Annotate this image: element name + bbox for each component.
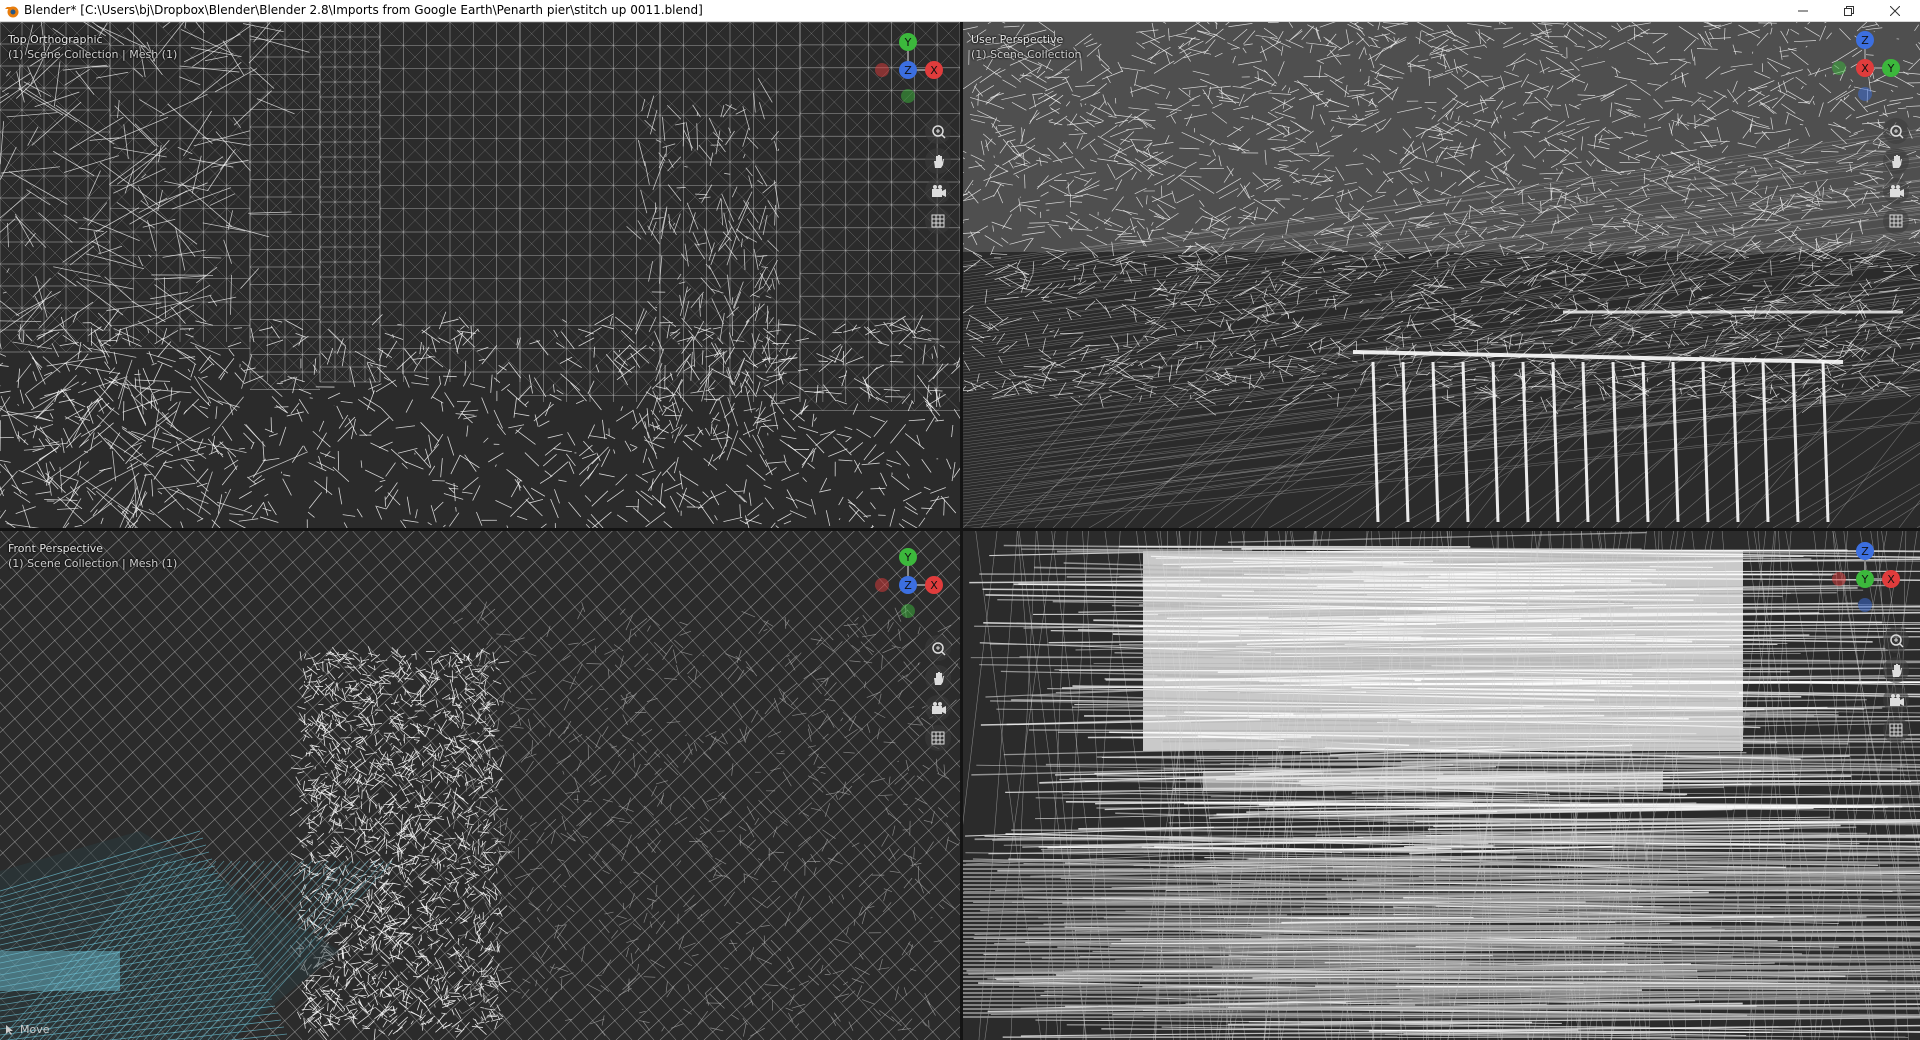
viewport-nav-tools [925, 118, 951, 238]
grid-icon [931, 731, 945, 745]
window-titlebar: Blender* [C:\Users\bj\Dropbox\Blender\Bl… [0, 0, 1920, 22]
hand-pan-icon [934, 672, 944, 685]
camera-tool-button[interactable] [925, 178, 951, 204]
minimize-button[interactable] [1780, 0, 1826, 22]
blender-logo-icon [5, 6, 19, 18]
hand-pan-icon [1892, 155, 1902, 168]
hand-pan-tool-button[interactable] [925, 665, 951, 691]
area-divider-vertical[interactable] [960, 22, 963, 1040]
viewport-camera-perspective[interactable]: ZXY [963, 531, 1920, 1040]
viewport-header: User Perspective (1) Scene Collection [971, 32, 1082, 62]
close-icon [1890, 6, 1900, 16]
wireframe-canvas[interactable] [963, 531, 1920, 1040]
window-title: Blender* [C:\Users\bj\Dropbox\Blender\Bl… [24, 3, 703, 17]
navigation-gizmo[interactable]: ZYX [1825, 28, 1905, 108]
wireframe-canvas[interactable] [0, 22, 960, 528]
viewport-front-perspective[interactable]: Front Perspective (1) Scene Collection |… [0, 531, 960, 1040]
camera-icon [932, 702, 946, 714]
grid-icon [931, 214, 945, 228]
view-name: User Perspective [971, 33, 1064, 46]
navigation-gizmo[interactable]: Y X Z [868, 30, 948, 110]
status-operation: Move [20, 1023, 50, 1036]
viewport-top-orthographic[interactable]: Top Orthographic (1) Scene Collection | … [0, 22, 960, 528]
zoom-tool-button[interactable] [1883, 627, 1909, 653]
view-name: Front Perspective [8, 542, 104, 555]
svg-text:Y: Y [904, 36, 912, 49]
grid-icon [1889, 723, 1903, 737]
viewport-header: Top Orthographic (1) Scene Collection | … [8, 32, 177, 62]
navigation-gizmo[interactable]: ZXY [1825, 539, 1905, 619]
zoom-tool-button[interactable] [925, 635, 951, 661]
svg-text:X: X [930, 64, 938, 77]
collection-label: (1) Scene Collection | Mesh (1) [8, 557, 178, 570]
zoom-icon [932, 642, 946, 656]
collection-label: (1) Scene Collection | Mesh (1) [8, 48, 178, 61]
zoom-icon [932, 125, 946, 139]
grid-tool-button[interactable] [925, 208, 951, 234]
grid-icon [1889, 214, 1903, 228]
zoom-icon [1890, 125, 1904, 139]
area-divider-horizontal[interactable] [0, 528, 1920, 531]
view-name: Top Orthographic [8, 33, 103, 46]
camera-icon [1890, 185, 1904, 197]
zoom-tool-button[interactable] [925, 118, 951, 144]
hand-pan-icon [1892, 664, 1902, 677]
hand-pan-tool-button[interactable] [1883, 657, 1909, 683]
hand-pan-tool-button[interactable] [1883, 148, 1909, 174]
camera-icon [932, 185, 946, 197]
hand-pan-tool-button[interactable] [925, 148, 951, 174]
camera-icon [1890, 694, 1904, 706]
viewport-nav-tools [1883, 627, 1909, 747]
minimize-icon [1798, 10, 1808, 12]
viewport-user-perspective[interactable]: User Perspective (1) Scene Collection ZY… [963, 22, 1920, 528]
viewport-nav-tools [1883, 118, 1909, 238]
wireframe-canvas[interactable] [963, 22, 1920, 528]
zoom-tool-button[interactable] [1883, 118, 1909, 144]
camera-tool-button[interactable] [1883, 178, 1909, 204]
status-bar: Move [0, 1023, 50, 1040]
svg-text:Z: Z [904, 64, 912, 77]
restore-button[interactable] [1826, 0, 1872, 22]
grid-tool-button[interactable] [1883, 717, 1909, 743]
camera-tool-button[interactable] [1883, 687, 1909, 713]
camera-tool-button[interactable] [925, 695, 951, 721]
close-button[interactable] [1872, 0, 1918, 22]
grid-tool-button[interactable] [925, 725, 951, 751]
viewport-nav-tools [925, 635, 951, 755]
hand-pan-icon [934, 155, 944, 168]
cursor-arrow-icon [6, 1024, 13, 1035]
restore-icon [1844, 6, 1854, 16]
zoom-icon [1890, 634, 1904, 648]
navigation-gizmo[interactable]: YXZ [868, 545, 948, 625]
grid-tool-button[interactable] [1883, 208, 1909, 234]
wireframe-canvas[interactable] [0, 531, 960, 1040]
viewport-header: Front Perspective (1) Scene Collection |… [8, 541, 177, 571]
collection-label: (1) Scene Collection [971, 48, 1082, 61]
